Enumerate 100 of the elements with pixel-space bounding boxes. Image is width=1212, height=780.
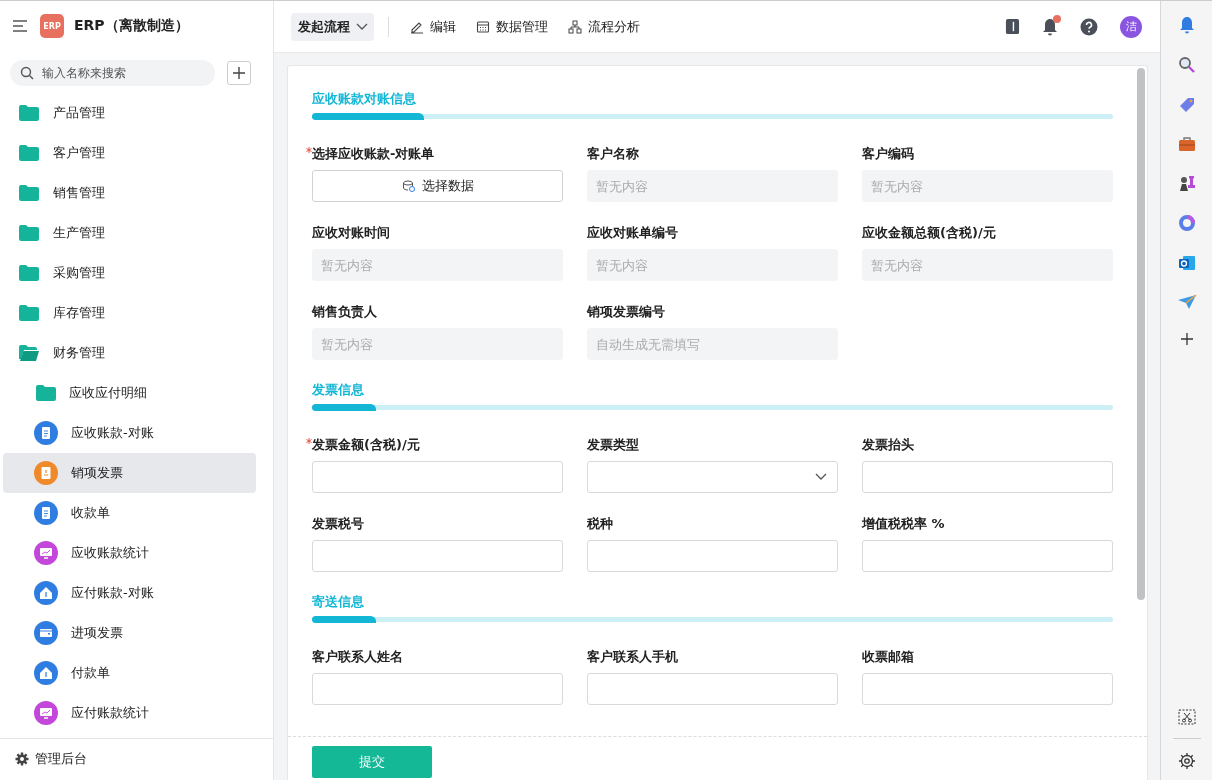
nav-item[interactable]: 收款单 [3,492,256,533]
readonly-field[interactable]: 暂无内容 [312,249,563,281]
field-label: 增值税税率 % [860,515,946,533]
readonly-field[interactable]: 暂无内容 [587,249,838,281]
input-field[interactable] [312,461,563,493]
database-icon [401,179,416,193]
help-icon[interactable] [1080,17,1098,36]
toolbar-button[interactable]: 编辑 [403,17,463,36]
card-icon [34,620,58,645]
required-asterisk-icon [306,438,312,444]
ring-logo-icon[interactable] [1177,214,1196,232]
screenshot-icon[interactable] [1177,709,1196,725]
nav-item[interactable]: 库存管理 [3,292,256,333]
plus-icon [232,65,246,80]
toolbox-icon[interactable] [1177,136,1196,152]
input-field[interactable] [587,673,838,705]
folder-icon [19,264,39,281]
input-field[interactable] [587,540,838,572]
search-field[interactable]: 输入名称来搜索 [10,59,215,86]
notebook-icon[interactable] [1005,18,1020,35]
nav-item[interactable]: 付款单 [3,652,256,693]
paper-plane-icon[interactable] [1176,294,1197,310]
nav-item[interactable]: 销项发票 [3,452,256,493]
field-label: 发票抬头 [861,436,915,454]
document-icon [34,420,58,445]
toolbar-button[interactable]: 流程分析 [561,17,647,36]
input-field[interactable] [862,461,1113,493]
nav-item[interactable]: 产品管理 [3,92,256,133]
nav-item[interactable]: 财务管理 [3,332,256,373]
nav-item[interactable]: 生产管理 [3,212,256,253]
section-title: 发票信息 [312,381,365,399]
nav-item[interactable]: 应付账款-对账 [3,572,256,613]
house-icon [34,660,58,685]
toolbar-button[interactable]: 数据管理 [469,17,555,36]
select-data-button[interactable]: 选择数据 [312,170,563,202]
field-label: 销售负责人 [310,303,378,321]
folder-icon [19,104,39,121]
nav-item[interactable]: 应付账款统计 [3,692,256,733]
nav-item[interactable]: 客户管理 [3,132,256,173]
notification-button[interactable] [1042,17,1058,36]
field-label: 应收金额总额(含税)/元 [861,224,997,242]
nav-item[interactable]: 进项发票 [3,612,256,653]
section-title: 寄送信息 [312,593,365,611]
input-field[interactable] [862,673,1113,705]
app-logo: ERP [40,14,64,39]
field-label: 收票邮箱 [861,648,915,666]
house-icon [34,580,58,605]
field-label: 发票税号 [311,515,365,533]
table-icon [476,19,490,34]
readonly-field[interactable]: 暂无内容 [587,170,838,202]
readonly-field[interactable]: 暂无内容 [312,328,563,360]
field-label: 销项发票编号 [585,303,666,321]
folder-icon [19,304,39,321]
field-label: 客户联系人手机 [586,648,679,666]
field-label: 应收对账单编号 [586,224,679,242]
nav-item[interactable]: 应收账款-对账 [3,412,256,453]
chess-pieces-icon[interactable] [1177,174,1196,192]
monitor-chart-icon [34,700,58,725]
search-icon[interactable] [1177,56,1196,74]
required-asterisk-icon [306,147,312,153]
settings-icon[interactable] [1177,752,1196,770]
field-label: 发票金额(含税)/元 [306,436,563,454]
flowchart-icon [568,19,582,34]
settings-icon [15,752,29,767]
search-icon [20,65,34,80]
clipboard-icon [34,460,58,485]
nav-item[interactable]: 采购管理 [3,252,256,293]
nav-item[interactable]: 应收应付明细 [3,372,256,413]
nav-item[interactable]: 应收账款统计 [3,532,256,573]
bell-icon[interactable] [1178,16,1195,34]
folder-icon [36,384,56,401]
search-input[interactable]: 输入名称来搜索 [40,64,204,81]
add-icon[interactable] [1179,332,1194,346]
input-field[interactable] [312,540,563,572]
field-label: 发票类型 [586,436,640,454]
field-label: 应收对账时间 [311,224,391,242]
field-label: 选择应收账款-对账单 [306,145,563,163]
chevron-down-icon [815,473,827,481]
folder-icon [19,144,39,161]
field-label: 税种 [586,515,614,533]
readonly-field[interactable]: 暂无内容 [862,170,1113,202]
user-avatar[interactable]: 洁 [1120,15,1142,38]
select-field[interactable] [587,461,838,493]
nav-item[interactable]: 销售管理 [3,172,256,213]
menu-icon[interactable] [12,19,28,34]
folder-icon [19,184,39,201]
input-field[interactable] [862,540,1113,572]
folder-icon [19,224,39,241]
readonly-field[interactable]: 暂无内容 [862,249,1113,281]
chevron-down-icon [356,22,368,31]
field-label: 客户名称 [586,145,640,163]
section-title: 应收账款对账信息 [312,90,417,108]
mail-app-icon[interactable] [1177,254,1196,272]
readonly-field[interactable]: 自动生成无需填写 [587,328,838,360]
field-label: 客户联系人姓名 [311,648,404,666]
start-process-button[interactable]: 发起流程 [291,12,374,41]
monitor-chart-icon [34,540,58,565]
admin-link[interactable]: 管理后台 [0,737,273,780]
add-button[interactable] [227,60,251,85]
input-field[interactable] [312,673,563,705]
